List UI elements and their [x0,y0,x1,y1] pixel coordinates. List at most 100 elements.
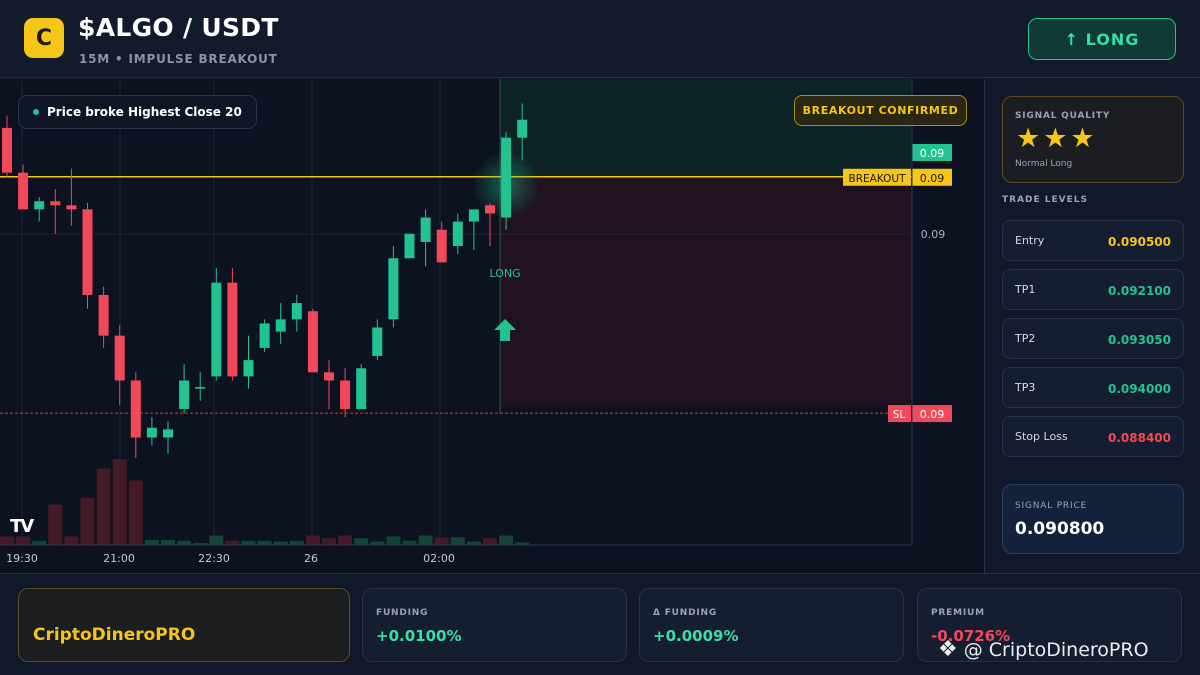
delta-funding-value: +0.0009% [653,627,739,645]
volume-bar [225,540,240,545]
volume-bar [112,459,127,545]
time-tick-label: 21:00 [103,552,135,565]
candle-body[interactable] [243,360,254,377]
stop-loss-price-value: 0.09 [920,408,945,421]
long-signal-label: LONG [490,267,521,280]
delta-funding-card: Δ FUNDING +0.0009% [639,588,904,662]
level-value: 0.088400 [1107,431,1171,445]
candle-body[interactable] [2,127,12,173]
candle-body[interactable] [66,205,77,210]
volume-bar [144,539,159,545]
volume-bar [0,536,14,545]
volume-bar [386,536,401,545]
volume-bar [499,535,514,545]
candle-body[interactable] [227,282,238,377]
time-tick-label: 19:30 [6,552,38,565]
trade-levels-title: TRADE LEVELS [1002,195,1088,205]
stop-loss-tag-label: SL [893,409,906,421]
candle-body[interactable] [275,319,286,332]
candle-body[interactable] [50,201,61,206]
coin-logo: C [24,18,64,58]
watermark: ❖ @ CriptoDineroPRO [938,637,1149,662]
candle-body[interactable] [501,137,512,218]
signal-quality-label: SIGNAL QUALITY [1015,111,1111,121]
signal-panel: SIGNAL QUALITY ★★★ Normal Long TRADE LEV… [986,79,1200,573]
volume-bar [32,540,47,545]
volume-bar [354,538,369,545]
candle-body[interactable] [98,294,109,336]
candle-body[interactable] [179,380,190,409]
risk-zone [500,176,912,408]
time-tick-label: 02:00 [423,552,455,565]
signal-quality-sub: Normal Long [1015,159,1073,169]
candle-body[interactable] [146,427,157,438]
volume-bar [434,537,449,545]
premium-label: PREMIUM [931,608,985,618]
volume-bar [96,468,111,545]
candle-body[interactable] [404,233,415,259]
candle-body[interactable] [18,172,29,210]
watermark-text: @ CriptoDineroPRO [963,638,1149,661]
candle-body[interactable] [114,335,125,381]
level-value: 0.092100 [1107,284,1171,298]
candle-body[interactable] [372,327,383,357]
level-name: Entry [1015,234,1045,247]
candle-body[interactable] [485,205,495,214]
breakout-tag-label: BREAKOUT [849,173,907,185]
chart-canvas[interactable]: LONG 0.09 BREAKOUT 0.09 0.09 SL 0.09 19:30 21:00… [0,79,985,573]
candle-body[interactable] [388,258,399,320]
level-name: TP1 [1015,283,1036,296]
candle-body[interactable] [307,311,318,373]
level-tp2: TP2 0.093050 [1002,318,1184,359]
volume-bar [128,480,143,545]
funding-label: FUNDING [376,608,429,618]
candle-body[interactable] [436,229,447,263]
signal-price-value: 0.090800 [1015,519,1105,539]
long-signal-button[interactable]: ↑ LONG [1028,18,1176,60]
star-rating-icon: ★★★ [1016,123,1098,154]
volume-bar [483,538,497,545]
volume-bar [322,538,336,545]
header: C $ALGO / USDT 15M • IMPULSE BREAKOUT ↑ … [0,0,1200,78]
candle-body[interactable] [452,221,463,247]
time-tick-label: 26 [304,552,318,565]
binance-diamond-icon: ❖ [938,637,958,662]
level-name: TP2 [1015,332,1036,345]
candle-body[interactable] [163,429,173,438]
footer: CriptoDineroPRO FUNDING +0.0100% Δ FUNDI… [0,573,1200,675]
volume-bar [338,535,353,545]
axis-price-label: 0.09 [921,228,946,241]
level-tp3: TP3 0.094000 [1002,367,1184,408]
timeframe-subtitle: 15M • IMPULSE BREAKOUT [79,52,278,66]
candle-body[interactable] [356,368,367,409]
current-price-value: 0.09 [920,147,945,160]
annotation-text: Price broke Highest Close 20 [47,105,242,119]
status-dot-icon [33,109,39,115]
candle-body[interactable] [291,303,302,320]
level-name: Stop Loss [1015,430,1068,443]
level-tp1: TP1 0.092100 [1002,269,1184,310]
candle-body[interactable] [340,380,351,409]
candle-body[interactable] [324,372,334,381]
signal-price-card: SIGNAL PRICE 0.090800 [1002,484,1184,554]
volume-bar [402,540,417,545]
volume-bar [273,541,288,545]
candle-body[interactable] [82,209,93,295]
price-chart[interactable]: LONG 0.09 BREAKOUT 0.09 0.09 SL 0.09 19:30 21:00… [0,79,985,573]
volume-bar [209,535,224,545]
candle-body[interactable] [420,217,431,242]
volume-bar [305,535,320,545]
candle-body[interactable] [517,119,528,138]
volume-bar [48,504,63,545]
page-title: $ALGO / USDT [78,13,279,42]
volume-bar [161,539,175,545]
candle-body[interactable] [195,387,206,389]
candle-body[interactable] [259,323,270,348]
candle-body[interactable] [468,209,479,222]
candle-body[interactable] [34,201,45,210]
candle-body[interactable] [130,380,141,438]
signal-price-label: SIGNAL PRICE [1015,501,1088,511]
tradingview-logo-icon[interactable]: TV [10,516,34,537]
candle-body[interactable] [211,282,222,377]
take-profit-zone [500,79,912,177]
